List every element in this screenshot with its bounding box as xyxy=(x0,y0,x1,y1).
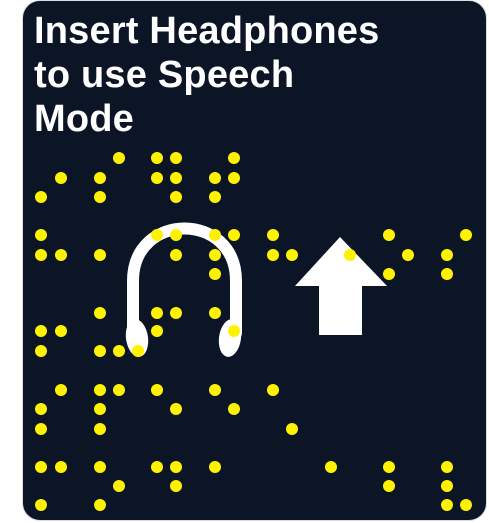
braille-dot xyxy=(267,229,279,241)
braille-dot xyxy=(170,191,182,203)
braille-dot xyxy=(151,307,163,319)
braille-dot xyxy=(151,461,163,473)
braille-dot xyxy=(151,152,163,164)
braille-dot xyxy=(267,249,279,261)
braille-dot xyxy=(55,461,67,473)
braille-dot xyxy=(94,403,106,415)
braille-dot xyxy=(460,229,472,241)
braille-dot xyxy=(402,249,414,261)
braille-text xyxy=(35,152,472,511)
braille-dot xyxy=(151,325,163,337)
braille-dot xyxy=(94,307,106,319)
braille-dot xyxy=(209,307,221,319)
braille-dot xyxy=(441,268,453,280)
braille-dot xyxy=(35,345,47,357)
braille-dot xyxy=(228,172,240,184)
braille-dot xyxy=(344,249,356,261)
braille-dot xyxy=(383,229,395,241)
braille-dot xyxy=(441,461,453,473)
braille-dot xyxy=(113,345,125,357)
braille-dot xyxy=(35,191,47,203)
braille-dot xyxy=(35,325,47,337)
braille-dot xyxy=(325,461,337,473)
braille-dot xyxy=(286,249,298,261)
braille-dot xyxy=(383,461,395,473)
braille-dot xyxy=(113,384,125,396)
braille-dot xyxy=(383,480,395,492)
braille-dot xyxy=(151,384,163,396)
braille-dot xyxy=(35,249,47,261)
braille-dot xyxy=(132,345,144,357)
braille-dot xyxy=(170,461,182,473)
braille-dot xyxy=(209,249,221,261)
braille-dot xyxy=(209,384,221,396)
braille-dot xyxy=(441,480,453,492)
braille-dot xyxy=(35,499,47,511)
braille-dot xyxy=(286,423,298,435)
braille-dot xyxy=(209,461,221,473)
braille-dot xyxy=(441,249,453,261)
braille-dot xyxy=(94,249,106,261)
braille-dot xyxy=(35,229,47,241)
braille-dot xyxy=(460,499,472,511)
speech-mode-sign: Insert Headphones to use Speech Mode xyxy=(22,0,487,521)
braille-dot xyxy=(94,461,106,473)
braille-dot xyxy=(383,268,395,280)
braille-dot xyxy=(151,229,163,241)
braille-dot xyxy=(228,152,240,164)
braille-dot xyxy=(35,461,47,473)
braille-dot xyxy=(228,229,240,241)
braille-dot xyxy=(94,499,106,511)
braille-dot xyxy=(228,403,240,415)
braille-dot xyxy=(94,345,106,357)
braille-dot xyxy=(170,152,182,164)
braille-dot xyxy=(55,325,67,337)
braille-dot xyxy=(94,423,106,435)
braille-dot xyxy=(209,191,221,203)
braille-dot xyxy=(170,307,182,319)
braille-dot xyxy=(113,480,125,492)
braille-dot xyxy=(209,172,221,184)
braille-dot xyxy=(35,423,47,435)
braille-dot xyxy=(228,325,240,337)
braille-dot xyxy=(35,403,47,415)
braille-dot xyxy=(113,152,125,164)
braille-dot xyxy=(170,229,182,241)
braille-dot xyxy=(151,172,163,184)
braille-dot xyxy=(441,499,453,511)
braille-dot xyxy=(55,249,67,261)
braille-dot xyxy=(209,268,221,280)
braille-dot xyxy=(170,403,182,415)
braille-dot xyxy=(94,191,106,203)
braille-dot xyxy=(94,172,106,184)
braille-dot xyxy=(170,480,182,492)
braille-dot xyxy=(94,384,106,396)
braille-dot xyxy=(170,172,182,184)
braille-dot xyxy=(55,172,67,184)
braille-dot xyxy=(209,229,221,241)
braille-dot xyxy=(55,384,67,396)
braille-dot xyxy=(170,249,182,261)
braille-dot xyxy=(267,384,279,396)
